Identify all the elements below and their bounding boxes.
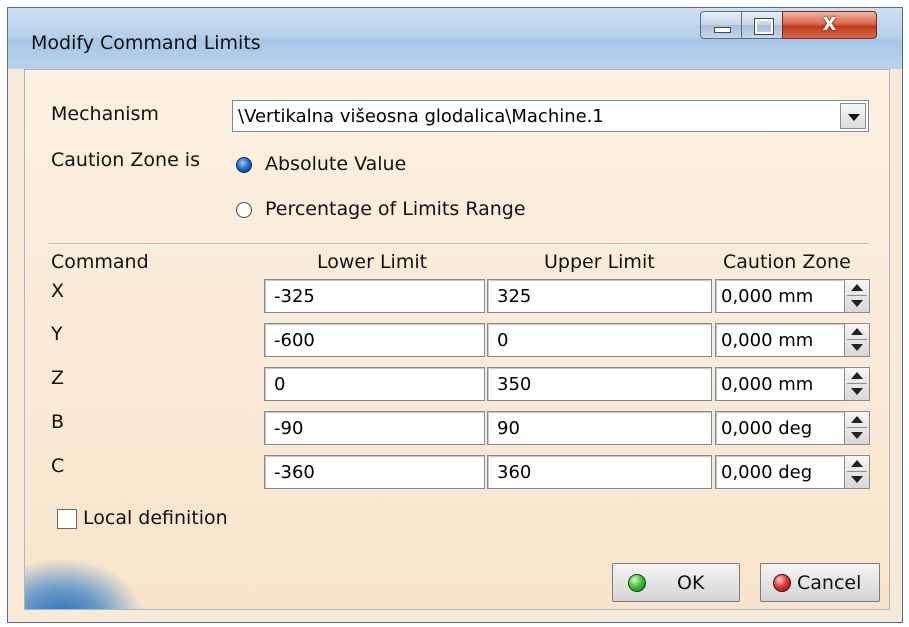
upper-limit-input-y[interactable]: 0 (487, 323, 712, 357)
chevron-down-icon[interactable] (840, 103, 866, 129)
upper-limit-input-b[interactable]: 90 (487, 411, 712, 445)
caution-zone-input-b[interactable]: 0,000 deg (715, 411, 848, 445)
column-header-command: Command (51, 251, 149, 273)
maximize-icon (754, 18, 774, 35)
command-label-x: X (51, 280, 65, 302)
command-label-c: C (51, 455, 65, 477)
app-logo-decoration (25, 558, 145, 609)
radio-percentage-range[interactable] (236, 202, 252, 218)
spinner-divider (847, 383, 867, 384)
caution-zone-value: 0,000 mm (721, 286, 814, 307)
upper-limit-value: 360 (497, 462, 532, 483)
mechanism-dropdown[interactable]: \Vertikalna višeosna glodalica\Machine.1 (232, 100, 869, 132)
command-label-z: Z (51, 367, 65, 389)
minimize-icon (714, 27, 731, 33)
caution-zone-value: 0,000 mm (721, 374, 814, 395)
lower-limit-value: -600 (274, 330, 315, 351)
lower-limit-value: -325 (274, 286, 315, 307)
spinner-divider (847, 295, 867, 296)
lower-limit-input-c[interactable]: -360 (264, 455, 485, 489)
red-dot-icon (773, 574, 791, 592)
caution-zone-spinner-b[interactable] (844, 411, 870, 445)
spinner-divider (847, 427, 867, 428)
minimize-button[interactable] (700, 11, 742, 39)
command-label-b: B (51, 411, 65, 433)
upper-limit-input-c[interactable]: 360 (487, 455, 712, 489)
lower-limit-value: 0 (274, 374, 286, 395)
upper-limit-input-x[interactable]: 325 (487, 279, 712, 313)
close-icon: X (822, 14, 837, 35)
caution-zone-input-c[interactable]: 0,000 deg (715, 455, 848, 489)
upper-limit-value: 0 (497, 330, 509, 351)
spinner-divider (847, 339, 867, 340)
column-header-caution-zone: Caution Zone (723, 251, 851, 273)
caution-zone-spinner-z[interactable] (844, 367, 870, 401)
upper-limit-value: 325 (497, 286, 532, 307)
caution-zone-input-x[interactable]: 0,000 mm (715, 279, 848, 313)
spin-down-icon[interactable] (851, 476, 863, 483)
lower-limit-value: -90 (274, 418, 304, 439)
command-label-y: Y (51, 323, 63, 345)
spin-down-icon[interactable] (851, 300, 863, 307)
lower-limit-input-x[interactable]: -325 (264, 279, 485, 313)
spin-up-icon[interactable] (851, 372, 863, 379)
title-bar[interactable]: Modify Command Limits X (8, 8, 902, 69)
caution-zone-input-z[interactable]: 0,000 mm (715, 367, 848, 401)
radio-absolute-value-label[interactable]: Absolute Value (265, 153, 406, 175)
caution-zone-value: 0,000 deg (721, 462, 813, 483)
column-header-upper-limit: Upper Limit (544, 251, 655, 273)
column-header-lower-limit: Lower Limit (317, 251, 428, 273)
mechanism-label: Mechanism (51, 103, 159, 125)
lower-limit-input-b[interactable]: -90 (264, 411, 485, 445)
lower-limit-value: -360 (274, 462, 315, 483)
caution-zone-spinner-c[interactable] (844, 455, 870, 489)
caution-zone-value: 0,000 mm (721, 330, 814, 351)
spin-up-icon[interactable] (851, 328, 863, 335)
mechanism-value: \Vertikalna višeosna glodalica\Machine.1 (238, 106, 604, 127)
separator (49, 243, 869, 245)
lower-limit-input-y[interactable]: -600 (264, 323, 485, 357)
lower-limit-input-z[interactable]: 0 (264, 367, 485, 401)
cancel-button-label: Cancel (797, 572, 862, 594)
spin-down-icon[interactable] (851, 344, 863, 351)
green-dot-icon (628, 574, 646, 592)
cancel-button[interactable]: Cancel (760, 563, 880, 602)
ok-button-label: OK (677, 572, 705, 594)
radio-percentage-range-label[interactable]: Percentage of Limits Range (265, 198, 526, 220)
local-definition-checkbox[interactable] (57, 509, 77, 529)
caution-zone-input-y[interactable]: 0,000 mm (715, 323, 848, 357)
spin-up-icon[interactable] (851, 460, 863, 467)
spin-down-icon[interactable] (851, 388, 863, 395)
window-title: Modify Command Limits (31, 32, 261, 54)
local-definition-label[interactable]: Local definition (83, 507, 228, 529)
caution-zone-value: 0,000 deg (721, 418, 813, 439)
spin-up-icon[interactable] (851, 284, 863, 291)
caution-zone-label: Caution Zone is (51, 149, 200, 171)
spin-up-icon[interactable] (851, 416, 863, 423)
close-button[interactable]: X (782, 11, 877, 39)
dialog-window: Modify Command Limits X Mechanism \Verti… (7, 7, 903, 623)
spin-down-icon[interactable] (851, 432, 863, 439)
spinner-divider (847, 471, 867, 472)
caution-zone-spinner-y[interactable] (844, 323, 870, 357)
radio-absolute-value[interactable] (236, 157, 252, 173)
upper-limit-value: 350 (497, 374, 532, 395)
upper-limit-input-z[interactable]: 350 (487, 367, 712, 401)
dialog-body: Mechanism \Vertikalna višeosna glodalica… (24, 69, 890, 610)
ok-button[interactable]: OK (612, 563, 740, 602)
upper-limit-value: 90 (497, 418, 520, 439)
maximize-button[interactable] (741, 11, 783, 39)
caution-zone-spinner-x[interactable] (844, 279, 870, 313)
